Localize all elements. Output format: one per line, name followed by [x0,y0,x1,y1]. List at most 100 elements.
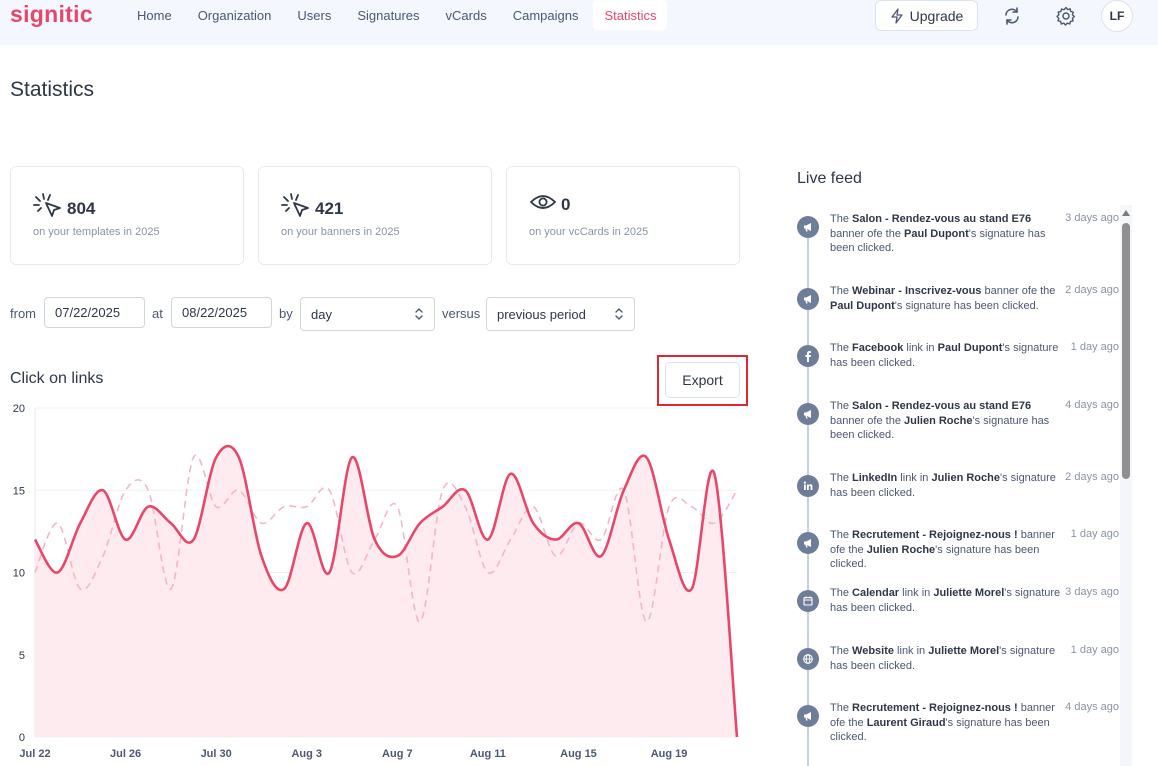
feed-text-part: The [830,400,853,412]
from-date-input[interactable]: 07/22/2025 [44,297,145,328]
feed-text-part: banner ofe the [981,285,1056,297]
upgrade-label: Upgrade [909,7,964,24]
chevron-updown-icon [615,308,623,320]
feed-message: The Recrutement - Rejoignez-nous ! banne… [830,528,1062,572]
x-tick-label: Aug 7 [382,748,413,760]
clicks-chart: 0 5 10 15 20 Jul 22 Jul 26 Jul 30 Aug 3 Aug 7 Aug … [13,403,739,760]
from-label: from [10,306,36,321]
stat-caption: on your vcCards in 2025 [529,226,649,238]
feed-entity: Recrutement - Rejoignez-nous ! [852,702,1018,714]
feed-entity: Julien Roche [931,472,1000,484]
stat-value-row: 0 [529,193,570,216]
to-date-input[interactable]: 08/22/2025 [171,297,272,328]
nav-item-statistics[interactable]: Statistics [593,0,668,30]
sync-button[interactable] [997,1,1027,31]
x-tick-label: Aug 15 [560,748,597,760]
feed-text-part: The [830,702,853,714]
feed-time: 2 days ago [1065,284,1119,296]
scroll-thumb[interactable] [1122,223,1130,479]
megaphone-icon [797,288,819,310]
nav-item-signatures[interactable]: Signatures [346,0,430,30]
click-icon [33,193,63,224]
live-feed-title: Live feed [797,170,862,187]
stat-value: 804 [67,198,96,218]
feed-time: 4 days ago [1065,399,1119,411]
scroll-up-arrow[interactable] [1122,210,1130,216]
x-tick-label: Aug 19 [651,748,688,760]
sync-icon [1005,7,1019,25]
feed-text-part: The [830,645,853,657]
feed-time: 2 days ago [1065,471,1119,483]
feed-text-part: The [830,342,853,354]
comparison-value: previous period [497,306,586,322]
feed-entity: Paul Dupont [904,227,969,240]
feed-message: The Salon - Rendez-vous au stand E76 ban… [830,212,1062,256]
feed-message: The Website link in Juliette Morel's sig… [830,644,1062,673]
eye-icon [529,193,557,216]
feed-time: 3 days ago [1065,212,1119,224]
globe-icon [797,648,819,670]
feed-scrollbar[interactable] [1120,205,1132,766]
x-tick-label: Aug 11 [470,748,506,760]
feed-time: 1 day ago [1070,341,1119,353]
click-icon [281,193,311,224]
feed-time: 3 days ago [1065,586,1119,598]
feed-text-part: link in [899,587,934,599]
megaphone-icon [797,216,819,238]
feed-message: The LinkedIn link in Julien Roche's sign… [830,471,1062,500]
x-tick-label: Jul 26 [110,748,141,760]
linkedin-icon [797,475,819,497]
nav-item-home[interactable]: Home [126,0,183,30]
feed-message: The Webinar - Inscrivez-vous banner ofe … [830,284,1062,313]
facebook-icon [797,345,819,367]
signitic-logo[interactable]: signitic [10,1,93,28]
y-tick-label: 10 [13,568,25,580]
main-nav: Home Organization Users Signatures vCards Cam… [126,0,671,30]
feed-entity: Juliette Morel [933,587,1005,599]
feed-message: The Salon - Rendez-vous au stand E76 ban… [830,399,1062,443]
feed-time: 4 days ago [1065,701,1119,713]
page-title: Statistics [10,78,95,101]
chart-title: Click on links [10,370,104,387]
feed-entity: Paul Dupont [830,299,895,312]
user-avatar[interactable]: LF [1101,0,1133,32]
stat-caption: on your templates in 2025 [33,226,160,238]
feed-entity: Salon - Rendez-vous au stand E76 [852,400,1032,412]
granularity-select[interactable]: day [300,297,435,331]
feed-text-part: banner ofe the [830,414,905,427]
feed-text-part: The [830,529,853,541]
feed-text-part: The [830,587,853,599]
feed-text-part: link in [903,342,938,354]
stat-value-row: 421 [281,193,343,224]
nav-item-users[interactable]: Users [286,0,342,30]
granularity-value: day [311,306,332,322]
calendar-icon [797,590,819,612]
top-navigation-bar: signitic Home Organization Users Signatures… [0,0,1158,45]
upgrade-button[interactable]: Upgrade [875,0,978,31]
chevron-updown-icon [415,308,423,320]
feed-entity: Facebook [852,342,904,354]
current-period-area [35,446,737,737]
at-label: at [152,306,163,321]
feed-entity: Paul Dupont [937,342,1003,354]
settings-button[interactable] [1051,1,1081,31]
stat-value-row: 804 [33,193,95,224]
stat-card: 0 on your vcCards in 2025 [506,166,740,265]
feed-text-part: The [830,472,853,484]
by-label: by [279,306,293,321]
feed-message: The Facebook link in Paul Dupont's signa… [830,341,1062,370]
feed-entity: Recrutement - Rejoignez-nous ! [852,529,1018,541]
feed-time: 1 day ago [1070,644,1119,656]
stat-card: 804 on your templates in 2025 [10,166,244,265]
x-tick-label: Jul 30 [201,748,232,760]
nav-item-organization[interactable]: Organization [187,0,283,30]
nav-item-vcards[interactable]: vCards [435,0,498,30]
feed-entity: LinkedIn [852,472,898,484]
feed-entity: Laurent Giraud [866,716,946,729]
nav-item-campaigns[interactable]: Campaigns [502,0,590,30]
feed-entity: Salon - Rendez-vous au stand E76 [852,213,1032,225]
gear-icon [1056,6,1075,26]
comparison-select[interactable]: previous period [486,297,635,331]
y-tick-label: 5 [19,650,25,662]
feed-text-part: The [830,213,853,225]
